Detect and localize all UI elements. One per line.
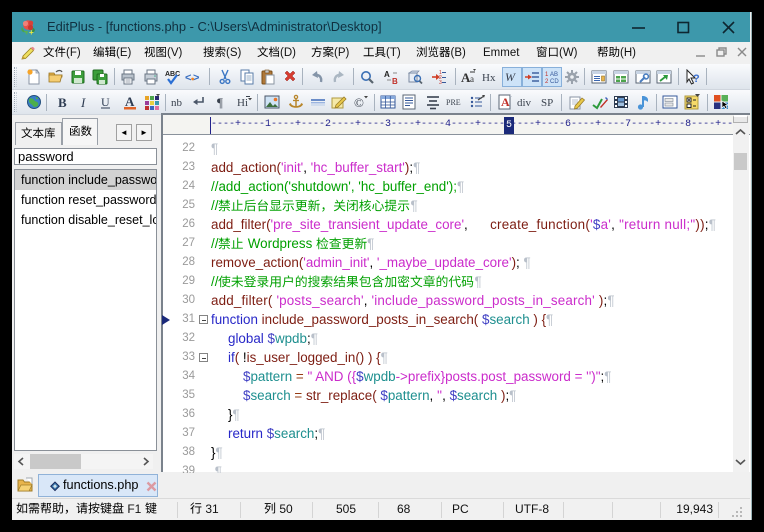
svg-text:A: A [501, 95, 510, 109]
svg-text:©: © [354, 95, 364, 110]
svg-text:div: div [517, 97, 532, 109]
svg-text:AB: AB [550, 72, 558, 78]
svg-text:B: B [392, 77, 398, 85]
svg-text:A: A [384, 70, 390, 79]
svg-text:2: 2 [545, 79, 549, 85]
svg-text:I: I [80, 95, 86, 110]
svg-text:Hi: Hi [237, 97, 248, 109]
svg-text:nb: nb [171, 97, 183, 109]
svg-text:Hx: Hx [482, 72, 496, 84]
svg-text:>: > [193, 72, 199, 84]
svg-text:CD: CD [550, 79, 559, 85]
svg-text:SP: SP [541, 97, 553, 109]
svg-text:<: < [185, 72, 191, 84]
svg-text:W: W [505, 70, 516, 84]
svg-text:ABC: ABC [165, 71, 180, 78]
svg-text:B: B [58, 95, 67, 110]
svg-text:+: + [29, 28, 34, 36]
svg-text:a: a [470, 74, 474, 84]
svg-text:U: U [101, 95, 110, 109]
svg-text:A: A [125, 94, 135, 109]
svg-text:1: 1 [545, 72, 549, 78]
svg-text:3: 3 [439, 80, 442, 85]
svg-text:?: ? [693, 73, 700, 85]
svg-text:PRE: PRE [446, 98, 461, 107]
svg-text:¶: ¶ [217, 95, 223, 110]
